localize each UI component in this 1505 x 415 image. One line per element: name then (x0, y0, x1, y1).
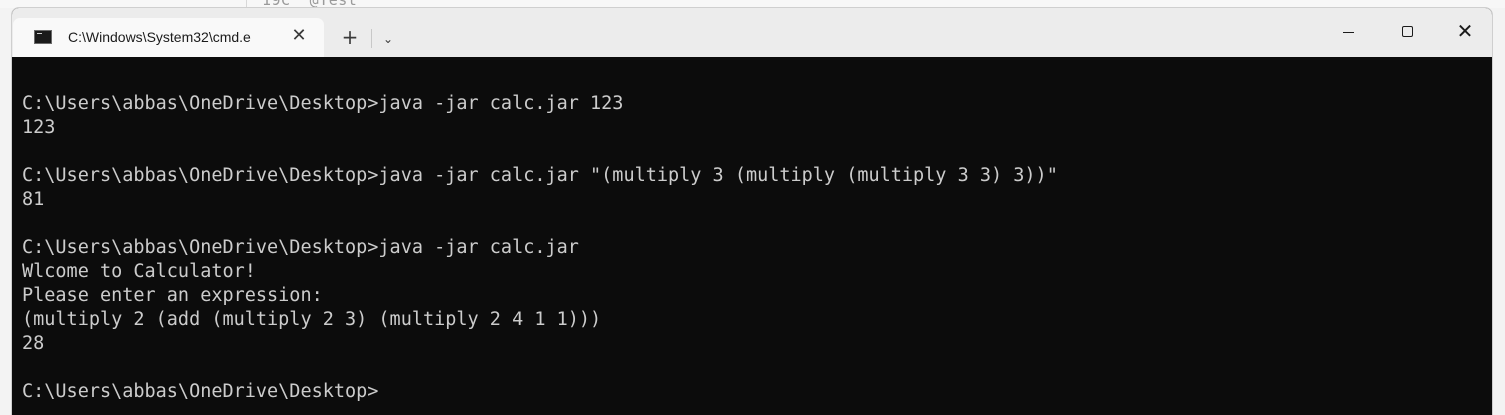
title-bar: C:\Windows\System32\cmd.e ✕ + ⌄ ✕ (12, 8, 1492, 57)
terminal-line: C:\Users\abbas\OneDrive\Desktop>java -ja… (22, 165, 1058, 186)
close-window-button[interactable]: ✕ (1436, 8, 1492, 56)
terminal-line: Wlcome to Calculator! (22, 261, 256, 282)
terminal-line: (multiply 2 (add (multiply 2 3) (multipl… (22, 309, 602, 330)
tab-divider (371, 29, 372, 48)
minimize-button[interactable] (1319, 8, 1377, 56)
terminal-line: C:\Users\abbas\OneDrive\Desktop>java -ja… (22, 93, 624, 114)
new-tab-button[interactable]: + (337, 26, 363, 52)
chevron-down-icon[interactable]: ⌄ (377, 28, 399, 50)
tab-title: C:\Windows\System32\cmd.e (68, 29, 251, 45)
terminal-line: 81 (22, 189, 45, 210)
terminal-lines: C:\Users\abbas\OneDrive\Desktop>java -ja… (22, 92, 1058, 404)
minimize-icon (1343, 32, 1354, 33)
close-tab-icon[interactable]: ✕ (290, 27, 308, 45)
maximize-icon (1402, 26, 1413, 37)
terminal-window: C:\Windows\System32\cmd.e ✕ + ⌄ ✕ C:\Use… (11, 7, 1493, 415)
close-icon: ✕ (1456, 19, 1474, 43)
terminal-output[interactable]: C:\Users\abbas\OneDrive\Desktop>java -ja… (12, 57, 1492, 415)
terminal-line: Please enter an expression: (22, 285, 323, 306)
terminal-prompt[interactable]: C:\Users\abbas\OneDrive\Desktop> (22, 380, 1058, 404)
terminal-line: 123 (22, 117, 56, 138)
tab-cmd[interactable]: C:\Windows\System32\cmd.e ✕ (13, 18, 324, 57)
terminal-icon (34, 30, 52, 44)
terminal-line: 28 (22, 333, 45, 354)
terminal-line: C:\Users\abbas\OneDrive\Desktop>java -ja… (22, 237, 579, 258)
maximize-button[interactable] (1378, 8, 1436, 56)
